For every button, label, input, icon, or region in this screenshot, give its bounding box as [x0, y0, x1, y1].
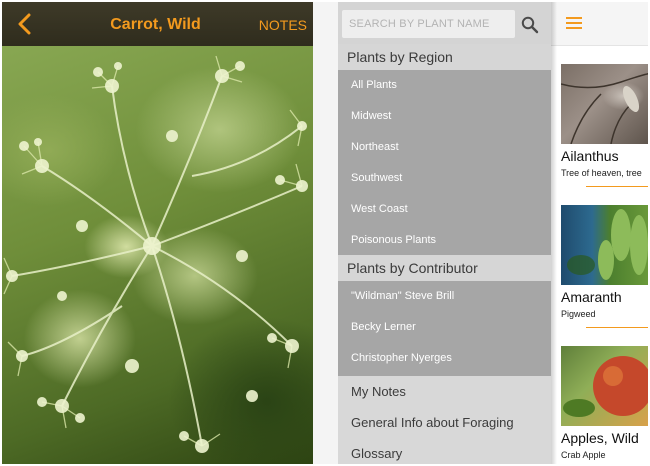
menu-item-glossary[interactable]: Glossary — [338, 438, 551, 464]
apple-photo-illustration — [563, 356, 650, 417]
plant-thumbnail — [561, 346, 650, 426]
section-header-contributor: Plants by Contributor — [338, 255, 551, 281]
region-list: All Plants Midwest Northeast Southwest W… — [338, 70, 551, 257]
menu-item-my-notes[interactable]: My Notes — [338, 376, 551, 407]
list-header — [551, 2, 650, 46]
menu-item-all-plants[interactable]: All Plants — [338, 70, 551, 101]
hamburger-menu-icon[interactable] — [566, 17, 582, 30]
menu-screen: Plants by Region All Plants Midwest Nort… — [338, 2, 551, 464]
menu-item-west-coast[interactable]: West Coast — [338, 194, 551, 225]
plant-divider — [586, 327, 650, 328]
plant-subtitle: Tree of heaven, tree — [561, 168, 642, 178]
plant-card-amaranth[interactable]: Amaranth Pigweed — [551, 205, 650, 343]
amaranth-photo-illustration — [567, 209, 648, 280]
plant-name: Apples, Wild — [561, 430, 639, 446]
screen-gap — [313, 2, 338, 464]
ailanthus-photo-illustration — [561, 72, 650, 144]
plant-card-apples-wild[interactable]: Apples, Wild Crab Apple — [551, 346, 650, 464]
menu-item-steve-brill[interactable]: "Wildman" Steve Brill — [338, 281, 551, 312]
menu-item-midwest[interactable]: Midwest — [338, 101, 551, 132]
plant-card-ailanthus[interactable]: Ailanthus Tree of heaven, tree — [551, 64, 650, 202]
search-bar — [338, 2, 551, 46]
plant-photo — [2, 46, 313, 464]
plant-subtitle: Crab Apple — [561, 450, 606, 460]
plant-thumbnail — [561, 205, 650, 285]
menu-item-southwest[interactable]: Southwest — [338, 163, 551, 194]
menu-item-northeast[interactable]: Northeast — [338, 132, 551, 163]
plant-list-screen: Ailanthus Tree of heaven, tree Amaranth … — [551, 2, 650, 464]
contributor-list: "Wildman" Steve Brill Becky Lerner Chris… — [338, 281, 551, 376]
notes-button[interactable]: NOTES — [259, 17, 307, 33]
plant-detail-screen: Carrot, Wild NOTES — [2, 2, 313, 464]
menu-item-becky-lerner[interactable]: Becky Lerner — [338, 312, 551, 343]
plant-subtitle: Pigweed — [561, 309, 596, 319]
plant-photo-illustration — [3, 55, 308, 453]
plant-name: Ailanthus — [561, 148, 619, 164]
menu-item-poisonous-plants[interactable]: Poisonous Plants — [338, 225, 551, 256]
bottom-menu: My Notes General Info about Foraging Glo… — [338, 376, 551, 464]
section-header-region: Plants by Region — [338, 44, 551, 70]
plant-name: Amaranth — [561, 289, 622, 305]
menu-item-christopher-nyerges[interactable]: Christopher Nyerges — [338, 343, 551, 374]
detail-header: Carrot, Wild NOTES — [2, 2, 313, 46]
plant-divider — [586, 186, 650, 187]
search-icon[interactable] — [521, 16, 539, 34]
search-input[interactable] — [342, 10, 515, 38]
plant-thumbnail — [561, 64, 650, 144]
menu-item-general-info[interactable]: General Info about Foraging — [338, 407, 551, 438]
